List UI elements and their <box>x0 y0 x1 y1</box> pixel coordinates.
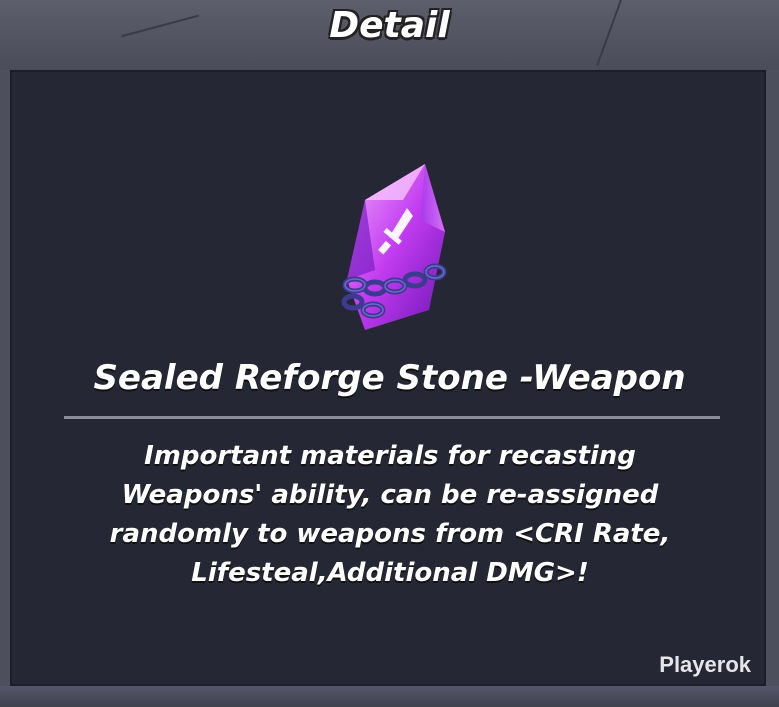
detail-title: Detail <box>329 5 450 46</box>
description-line: Weapons' ability, can be re-assigned <box>121 480 659 510</box>
watermark: Playerok <box>659 652 751 677</box>
description-line: Important materials for recasting <box>144 441 636 471</box>
sealed-crystal-icon <box>325 160 455 335</box>
description-line: randomly to weapons from <CRI Rate, <box>109 519 671 549</box>
item-description: Important materials for recasting Weapon… <box>40 437 740 593</box>
divider <box>64 416 720 419</box>
item-name: Sealed Reforge Stone -Weapon <box>93 358 686 398</box>
frame-bottom <box>0 686 779 707</box>
description-line: Lifesteal,Additional DMG>! <box>191 558 589 588</box>
